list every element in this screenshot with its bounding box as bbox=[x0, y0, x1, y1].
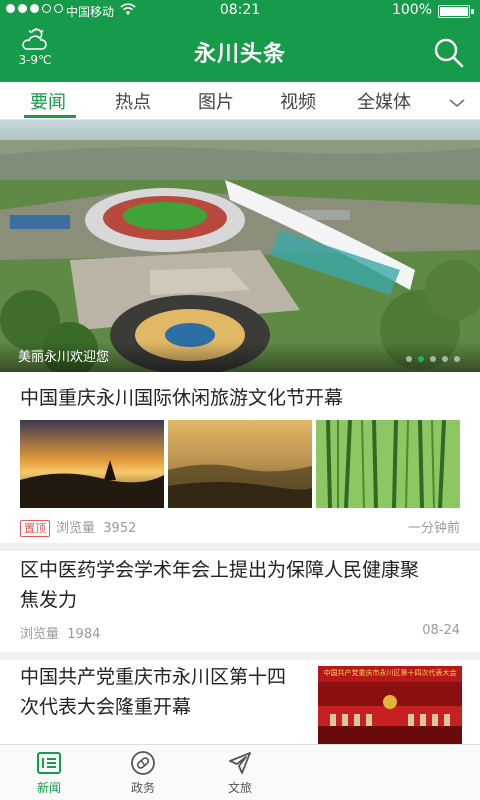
news-title: 中国重庆永川国际休闲旅游文化节开幕 bbox=[20, 387, 344, 409]
banner-carousel[interactable]: 美丽永川欢迎您 bbox=[0, 120, 480, 372]
tab-all-media[interactable]: 全媒体 bbox=[357, 88, 411, 114]
pinned-badge: 置顶 bbox=[20, 520, 50, 537]
news-title-line1: 中国共产党重庆市永川区第十四 bbox=[20, 666, 287, 688]
carousel-dot[interactable] bbox=[430, 356, 436, 362]
plane-icon bbox=[210, 749, 270, 777]
chevron-down-icon[interactable] bbox=[448, 94, 466, 113]
carousel-indicator bbox=[406, 356, 460, 362]
views-label: 浏览量 bbox=[20, 627, 60, 642]
news-time: 08-24 bbox=[422, 623, 460, 638]
news-meta: 置顶 浏览量 3952 bbox=[20, 517, 136, 537]
nav-culture-travel[interactable]: 文旅 bbox=[210, 749, 270, 796]
nav-news-label: 新闻 bbox=[36, 781, 61, 795]
news-icon bbox=[19, 749, 79, 777]
news-thumbnail bbox=[316, 420, 460, 508]
carousel-dot-active[interactable] bbox=[418, 356, 424, 362]
search-icon bbox=[432, 38, 466, 74]
battery-percent: 100% bbox=[391, 2, 432, 18]
nav-government[interactable]: 政务 bbox=[113, 749, 173, 796]
app-header: 中国移动 08:21 100% 3-9℃ 永川头条 bbox=[0, 0, 480, 82]
news-title-line1: 区中医药学会学术年会上提出为保障人民健康聚 bbox=[20, 559, 420, 581]
divider bbox=[0, 652, 480, 660]
tab-hot[interactable]: 热点 bbox=[115, 88, 151, 114]
news-thumbnail bbox=[168, 420, 312, 508]
views-count: 1984 bbox=[67, 627, 101, 642]
battery-icon bbox=[438, 5, 474, 18]
banner-caption: 美丽永川欢迎您 bbox=[18, 350, 110, 365]
carousel-dot[interactable] bbox=[406, 356, 412, 362]
news-title-line2: 焦发力 bbox=[20, 589, 78, 611]
nav-government-label: 政务 bbox=[130, 781, 155, 795]
news-thumbnail: 中国共产党重庆市永川区第十四次代表大会 bbox=[318, 666, 462, 744]
tab-pictures[interactable]: 图片 bbox=[198, 88, 234, 114]
active-tab-indicator bbox=[24, 115, 76, 118]
search-button[interactable] bbox=[432, 36, 466, 70]
news-item[interactable]: 区中医药学会学术年会上提出为保障人民健康聚 焦发力 浏览量 1984 08-24 bbox=[0, 551, 480, 661]
status-bar: 中国移动 08:21 100% bbox=[0, 0, 480, 22]
nav-news[interactable]: 新闻 bbox=[19, 749, 79, 796]
news-meta: 浏览量 1984 bbox=[20, 623, 100, 642]
app-title: 永川头条 bbox=[193, 42, 286, 67]
news-time: 一分钟前 bbox=[407, 521, 460, 536]
tab-headlines[interactable]: 要闻 bbox=[30, 88, 66, 114]
news-thumbnail bbox=[20, 420, 164, 508]
bottom-navigation: 新闻 政务 文旅 bbox=[0, 744, 480, 800]
category-tabs: 要闻 热点 图片 视频 全媒体 bbox=[0, 82, 480, 120]
carousel-dot[interactable] bbox=[442, 356, 448, 362]
news-item[interactable]: 中国共产党重庆市永川区第十四 次代表大会隆重开幕 中国共产党重庆市永川区第十四次… bbox=[0, 660, 480, 744]
banner-image bbox=[0, 120, 480, 372]
thumbnail-banner-text: 中国共产党重庆市永川区第十四次代表大会 bbox=[323, 669, 457, 677]
views-count: 3952 bbox=[103, 521, 137, 536]
government-icon bbox=[113, 749, 173, 777]
tab-video[interactable]: 视频 bbox=[280, 88, 316, 114]
nav-culture-travel-label: 文旅 bbox=[227, 781, 252, 795]
news-title-line2: 次代表大会隆重开幕 bbox=[20, 696, 192, 718]
carousel-dot[interactable] bbox=[454, 356, 460, 362]
divider bbox=[0, 543, 480, 551]
views-label: 浏览量 bbox=[56, 521, 96, 536]
